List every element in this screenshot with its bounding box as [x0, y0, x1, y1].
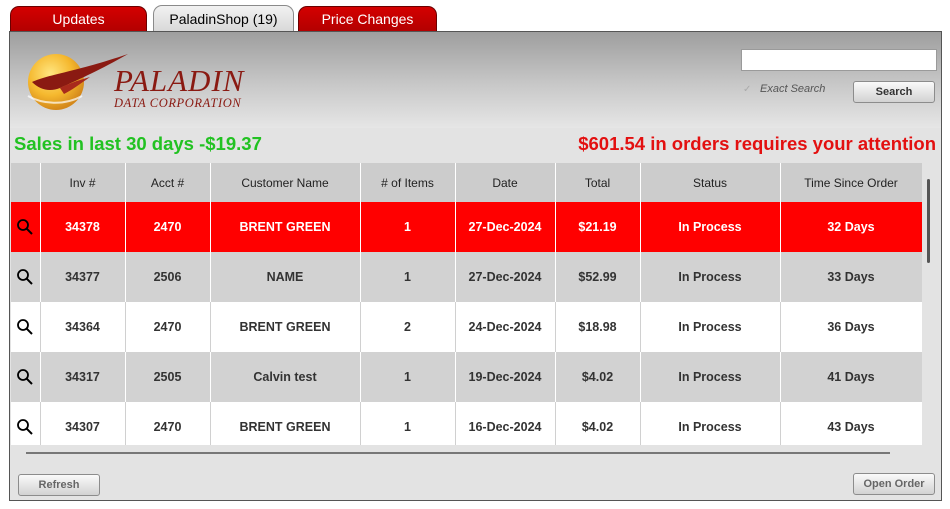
col-header-time[interactable]: Time Since Order [780, 163, 922, 202]
magnifier-icon[interactable] [16, 268, 34, 286]
magnifier-icon[interactable] [16, 368, 34, 386]
tab-updates[interactable]: Updates [10, 6, 147, 31]
date-cell: 24-Dec-2024 [455, 302, 556, 352]
acct-cell: 2506 [125, 252, 211, 302]
date-cell: 27-Dec-2024 [455, 202, 556, 252]
acct-cell: 2505 [125, 352, 211, 402]
customer-cell: NAME [210, 252, 361, 302]
horizontal-scrollbar[interactable] [26, 452, 890, 454]
total-cell: $52.99 [555, 252, 641, 302]
table-row[interactable]: 34364 2470 BRENT GREEN 2 24-Dec-2024 $18… [11, 302, 922, 352]
exact-search-label: Exact Search [760, 83, 826, 95]
status-cell: In Process [640, 252, 781, 302]
col-header-date[interactable]: Date [455, 163, 556, 202]
acct-cell: 2470 [125, 402, 211, 445]
paladin-logo: PALADIN DATA CORPORATION [20, 44, 260, 112]
tab-label: Price Changes [321, 11, 414, 27]
table-row[interactable]: 34377 2506 NAME 1 27-Dec-2024 $52.99 In … [11, 252, 922, 302]
total-cell: $4.02 [555, 352, 641, 402]
total-cell: $4.02 [555, 402, 641, 445]
status-cell: In Process [640, 402, 781, 445]
logo-name: PALADIN [114, 63, 245, 98]
view-cell[interactable] [11, 302, 41, 352]
table-row[interactable]: 34378 2470 BRENT GREEN 1 27-Dec-2024 $21… [11, 202, 922, 252]
orders-table-wrap: Inv # Acct # Customer Name # of Items Da… [11, 163, 922, 445]
customer-cell: BRENT GREEN [210, 402, 361, 445]
items-cell: 1 [360, 202, 456, 252]
magnifier-icon[interactable] [16, 418, 34, 436]
table-row[interactable]: 34307 2470 BRENT GREEN 1 16-Dec-2024 $4.… [11, 402, 922, 445]
time-cell: 41 Days [780, 352, 922, 402]
view-cell[interactable] [11, 202, 41, 252]
col-header-view[interactable] [11, 163, 41, 202]
col-header-acct[interactable]: Acct # [125, 163, 211, 202]
sales-summary: Sales in last 30 days -$19.37 [14, 133, 262, 154]
search-button[interactable]: Search [853, 81, 935, 103]
customer-cell: BRENT GREEN [210, 302, 361, 352]
status-cell: In Process [640, 202, 781, 252]
time-cell: 33 Days [780, 252, 922, 302]
status-cell: In Process [640, 352, 781, 402]
tab-label: Updates [52, 11, 105, 27]
header-band: PALADIN DATA CORPORATION ✓ Exact Search … [10, 32, 941, 128]
tab-price-changes[interactable]: Price Changes [298, 6, 437, 31]
view-cell[interactable] [11, 352, 41, 402]
time-cell: 36 Days [780, 302, 922, 352]
col-header-items[interactable]: # of Items [360, 163, 456, 202]
inv-cell: 34317 [40, 352, 126, 402]
total-cell: $18.98 [555, 302, 641, 352]
magnifier-icon[interactable] [16, 318, 34, 336]
magnifier-icon[interactable] [16, 218, 34, 236]
shop-panel: PALADIN DATA CORPORATION ✓ Exact Search … [9, 31, 942, 501]
col-header-inv[interactable]: Inv # [40, 163, 126, 202]
checkmark-icon[interactable]: ✓ [743, 84, 754, 95]
table-header-row: Inv # Acct # Customer Name # of Items Da… [11, 163, 922, 202]
inv-cell: 34364 [40, 302, 126, 352]
paladin-shop-window: Updates PaladinShop (19) Price Changes P… [0, 0, 950, 509]
col-header-customer[interactable]: Customer Name [210, 163, 361, 202]
table-row[interactable]: 34317 2505 Calvin test 1 19-Dec-2024 $4.… [11, 352, 922, 402]
total-cell: $21.19 [555, 202, 641, 252]
items-cell: 2 [360, 302, 456, 352]
date-cell: 27-Dec-2024 [455, 252, 556, 302]
attention-summary: $601.54 in orders requires your attentio… [578, 133, 936, 154]
tab-bar: Updates PaladinShop (19) Price Changes [0, 0, 950, 31]
refresh-button[interactable]: Refresh [18, 474, 100, 496]
inv-cell: 34307 [40, 402, 126, 445]
date-cell: 19-Dec-2024 [455, 352, 556, 402]
inv-cell: 34378 [40, 202, 126, 252]
open-order-button[interactable]: Open Order [853, 473, 935, 495]
items-cell: 1 [360, 252, 456, 302]
time-cell: 32 Days [780, 202, 922, 252]
customer-cell: BRENT GREEN [210, 202, 361, 252]
search-input[interactable] [741, 49, 937, 71]
view-cell[interactable] [11, 402, 41, 445]
status-cell: In Process [640, 302, 781, 352]
inv-cell: 34377 [40, 252, 126, 302]
time-cell: 43 Days [780, 402, 922, 445]
items-cell: 1 [360, 402, 456, 445]
view-cell[interactable] [11, 252, 41, 302]
logo-subtitle: DATA CORPORATION [114, 96, 242, 110]
date-cell: 16-Dec-2024 [455, 402, 556, 445]
acct-cell: 2470 [125, 202, 211, 252]
orders-table: Inv # Acct # Customer Name # of Items Da… [11, 163, 922, 445]
col-header-status[interactable]: Status [640, 163, 781, 202]
vertical-scrollbar[interactable] [927, 179, 930, 263]
tab-paladinshop[interactable]: PaladinShop (19) [153, 5, 294, 31]
acct-cell: 2470 [125, 302, 211, 352]
col-header-total[interactable]: Total [555, 163, 641, 202]
exact-search-option[interactable]: ✓ Exact Search [743, 83, 825, 95]
customer-cell: Calvin test [210, 352, 361, 402]
items-cell: 1 [360, 352, 456, 402]
tab-label: PaladinShop (19) [169, 10, 278, 27]
